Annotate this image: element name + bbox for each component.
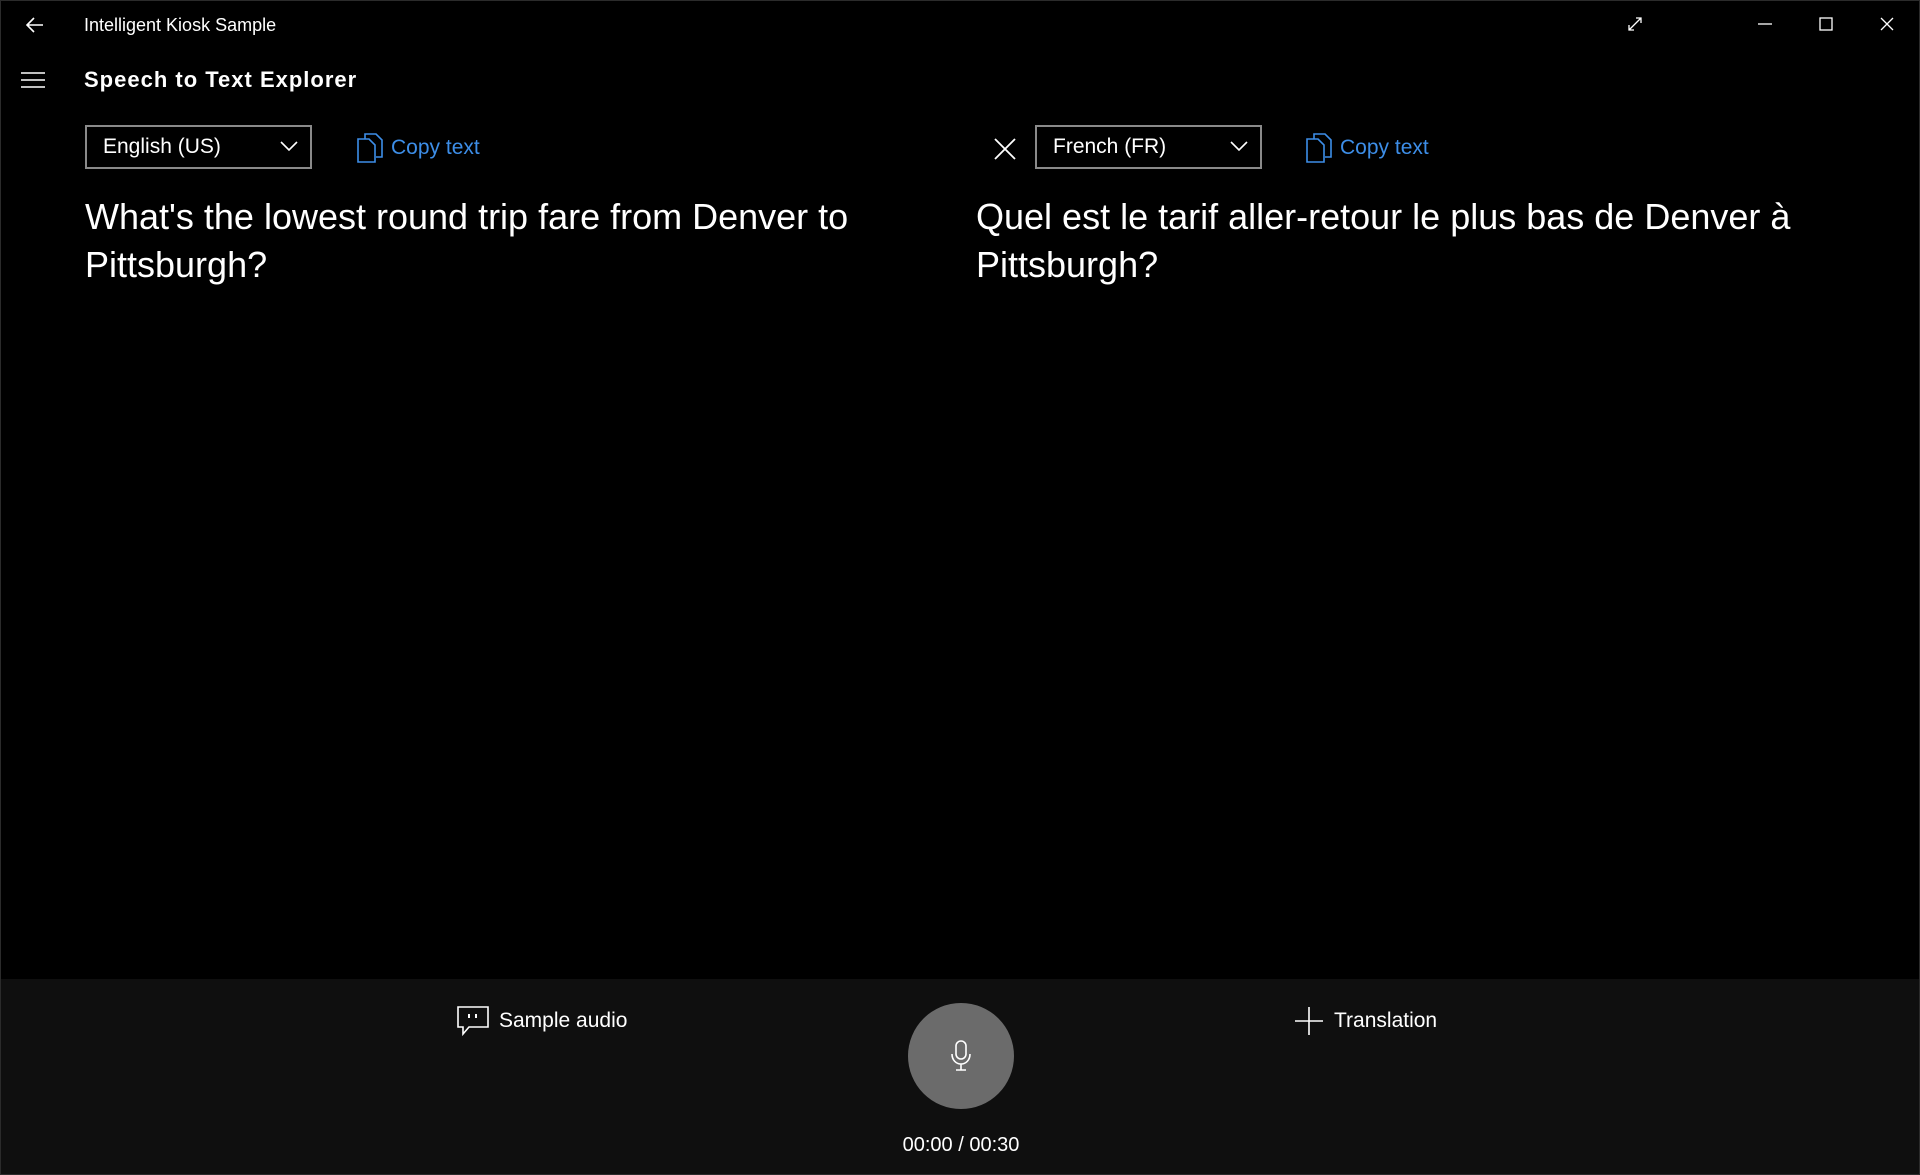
source-language-value: English (US)	[103, 135, 221, 158]
remove-translation-button[interactable]	[985, 129, 1025, 169]
target-transcript: Quel est le tarif aller-retour le plus b…	[976, 196, 1791, 285]
source-language-dropdown[interactable]: English (US)	[85, 125, 312, 169]
copy-target-button[interactable]: Copy text	[1306, 131, 1429, 165]
maximize-icon	[1819, 17, 1833, 31]
add-translation-button[interactable]: Translation	[1294, 1003, 1437, 1039]
sample-audio-label: Sample audio	[499, 1009, 628, 1032]
sample-audio-button[interactable]: Sample audio	[457, 1003, 627, 1039]
target-language-value: French (FR)	[1053, 135, 1167, 158]
microphone-icon	[951, 1040, 971, 1071]
minimize-icon	[1758, 23, 1772, 25]
chevron-down-icon	[280, 141, 298, 152]
back-button[interactable]	[15, 7, 55, 43]
target-language-dropdown[interactable]: French (FR)	[1035, 125, 1262, 169]
maximize-button[interactable]	[1796, 1, 1856, 47]
copy-target-label: Copy text	[1340, 136, 1429, 159]
copy-source-label: Copy text	[391, 136, 480, 159]
plus-icon	[1295, 1007, 1323, 1035]
hamburger-icon	[21, 72, 45, 88]
copy-icon	[357, 133, 383, 163]
app-title: Intelligent Kiosk Sample	[84, 15, 277, 35]
recording-timer: 00:00 / 00:30	[902, 1134, 1020, 1156]
copy-source-button[interactable]: Copy text	[357, 131, 480, 165]
close-icon	[994, 138, 1016, 160]
close-window-button[interactable]	[1857, 1, 1917, 47]
back-arrow-icon	[26, 17, 43, 33]
translation-label: Translation	[1334, 1009, 1438, 1032]
speech-bubble-icon	[457, 1006, 489, 1036]
menu-button[interactable]	[15, 63, 51, 97]
source-transcript: What's the lowest round trip fare from D…	[85, 196, 849, 285]
minimize-button[interactable]	[1735, 1, 1795, 47]
microphone-button[interactable]	[908, 1003, 1014, 1109]
chevron-down-icon	[1230, 141, 1248, 152]
page-title: Speech to Text Explorer	[84, 67, 358, 92]
close-icon	[1880, 17, 1894, 31]
copy-icon	[1306, 133, 1332, 163]
title-bar: Intelligent Kiosk Sample	[1, 1, 1919, 49]
app-window: Intelligent Kiosk Sample Speech to Text …	[0, 0, 1920, 1175]
expand-button[interactable]	[1605, 1, 1665, 47]
expand-icon	[1628, 17, 1642, 31]
